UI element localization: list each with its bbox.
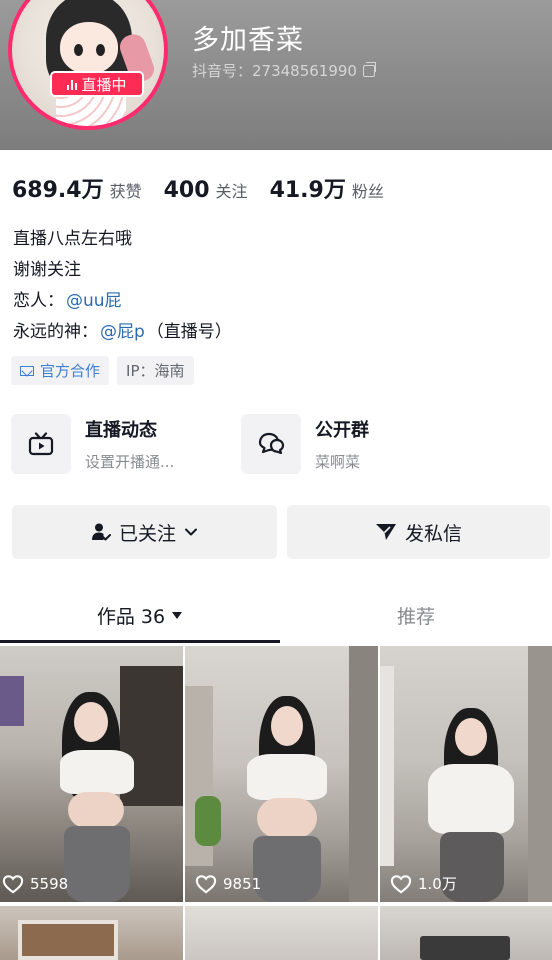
live-badge[interactable]: 直播中	[50, 71, 144, 97]
send-message-button[interactable]: 发私信	[287, 505, 550, 559]
account-id: 抖音号：27348561990	[192, 62, 357, 80]
stat-value: 689.4万	[12, 178, 104, 203]
like-count-value: 9851	[223, 875, 262, 893]
tab-recommend[interactable]: 推荐	[280, 590, 552, 640]
tags-row: 官方合作 IP：海南	[11, 356, 194, 385]
like-count: 9851	[193, 874, 261, 894]
user-check-icon	[91, 523, 111, 541]
mention-link[interactable]: @uu屁	[66, 286, 122, 317]
account-id-row: 抖音号：27348561990	[192, 60, 376, 81]
mention-link[interactable]: @屁p	[100, 317, 145, 348]
caret-down-icon	[172, 611, 183, 619]
heart-icon	[390, 874, 412, 893]
stat-label: 粉丝	[351, 182, 384, 201]
profile-header: 直播中 多加香菜 抖音号：27348561990	[0, 0, 552, 150]
like-count: 1.0万	[388, 873, 457, 894]
video-tile[interactable]: 9851	[185, 646, 378, 902]
like-count-value: 1.0万	[418, 875, 457, 893]
feature-live-updates[interactable]: 直播动态 设置开播通...	[11, 414, 174, 474]
live-badge-label: 直播中	[81, 75, 127, 94]
video-grid: 5598 9851 1.0万	[0, 646, 552, 960]
send-icon	[375, 524, 396, 540]
bio-suffix: （直播号）	[146, 322, 232, 342]
feature-subtitle: 菜啊菜	[315, 453, 361, 471]
followed-label: 已关注	[118, 522, 176, 545]
tv-icon	[11, 414, 71, 474]
stat-label: 关注	[215, 182, 248, 201]
video-thumbnail	[185, 646, 378, 902]
video-thumbnail	[0, 646, 183, 902]
video-tile[interactable]: 5598	[0, 646, 183, 902]
tab-works-label: 作品 36	[96, 605, 166, 628]
chat-group-icon	[241, 414, 301, 474]
feature-title: 公开群	[315, 420, 369, 441]
ip-tag: IP：海南	[117, 356, 194, 385]
stat-value: 41.9万	[269, 178, 346, 203]
stats-row: 689.4万 获赞 400 关注 41.9万 粉丝	[12, 172, 384, 204]
bio-prefix: 永远的神：	[13, 322, 98, 342]
bio-line-lover: 恋人： @uu屁	[13, 286, 232, 317]
stat-following[interactable]: 400 关注	[164, 178, 248, 203]
tab-underline	[0, 640, 280, 643]
avatar-container[interactable]: 直播中	[8, 0, 168, 130]
like-count: 5598	[0, 874, 68, 894]
heart-icon	[195, 875, 217, 894]
cooperation-label: 官方合作	[40, 362, 101, 380]
video-tile[interactable]	[185, 906, 378, 960]
feature-title: 直播动态	[85, 420, 157, 441]
tab-works[interactable]: 作品 36	[0, 590, 280, 640]
content-tabs: 作品 36 推荐	[0, 590, 552, 644]
stat-likes[interactable]: 689.4万 获赞	[12, 172, 142, 204]
heart-icon	[2, 875, 24, 894]
feature-subtitle: 设置开播通...	[85, 453, 175, 471]
stat-value: 400	[163, 178, 210, 203]
video-tile[interactable]: 1.0万	[380, 646, 552, 902]
video-tile[interactable]	[0, 906, 183, 960]
ip-label: IP：海南	[126, 362, 185, 380]
bio-prefix: 恋人：	[13, 291, 64, 311]
video-thumbnail	[380, 646, 552, 902]
bio-line: 直播八点左右哦	[13, 229, 132, 249]
like-count-value: 5598	[30, 875, 69, 893]
chevron-down-icon	[185, 528, 197, 536]
bio-line: 谢谢关注	[13, 260, 81, 280]
video-tile[interactable]	[380, 906, 552, 960]
avatar[interactable]	[8, 0, 168, 130]
live-bars-icon	[67, 79, 78, 90]
cooperation-icon	[20, 365, 34, 376]
feature-public-group[interactable]: 公开群 菜啊菜	[241, 414, 369, 474]
tab-recommend-label: 推荐	[396, 605, 435, 628]
send-message-label: 发私信	[404, 522, 462, 545]
feature-cards: 直播动态 设置开播通... 公开群 菜啊菜	[11, 414, 551, 476]
copy-icon[interactable]	[362, 61, 376, 77]
cooperation-tag[interactable]: 官方合作	[11, 356, 110, 385]
followed-button[interactable]: 已关注	[12, 505, 277, 559]
nickname: 多加香菜	[192, 25, 304, 56]
stat-label: 获赞	[109, 182, 142, 201]
bio: 直播八点左右哦 谢谢关注 恋人： @uu屁 永远的神： @屁p （直播号）	[13, 224, 232, 348]
stat-followers[interactable]: 41.9万 粉丝	[270, 172, 384, 204]
bio-line-god: 永远的神： @屁p （直播号）	[13, 317, 232, 348]
action-buttons: 已关注 发私信	[12, 505, 552, 559]
